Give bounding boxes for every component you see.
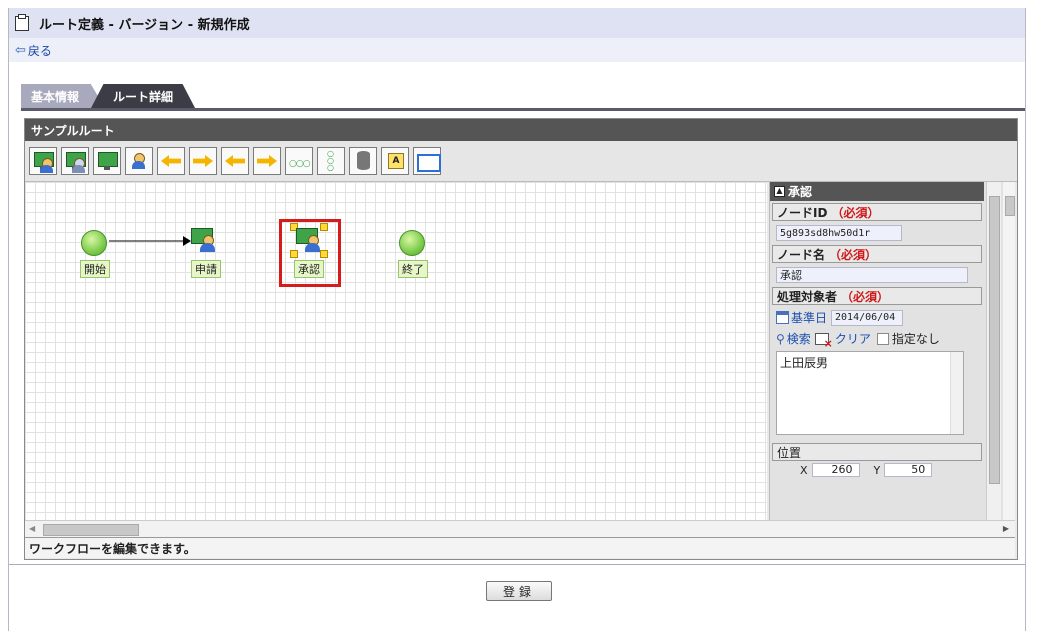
node-label: 申請 (191, 260, 221, 278)
connector-layer (109, 236, 191, 246)
clipboard-icon (15, 13, 29, 31)
node-id-label: ノードID (777, 205, 828, 220)
required-mark: （必須） (829, 247, 878, 262)
canvas-horizontal-scrollbar[interactable]: ◀ ▶ (25, 520, 1015, 537)
workflow-canvas[interactable]: 開始 申請 承認 終了 (25, 182, 767, 520)
page-header: ルート定義 - バージョン - 新規作成 ⇦ 戻る (9, 8, 1025, 62)
divider (9, 564, 1025, 565)
base-date-row: 基準日 2014/06/04 (776, 309, 984, 326)
scroll-left-icon[interactable]: ◀ (29, 524, 35, 533)
clear-icon[interactable] (814, 332, 833, 350)
user-node-icon (296, 228, 322, 252)
user-node-icon (191, 228, 217, 252)
scroll-thumb[interactable] (43, 524, 139, 536)
base-date-field[interactable]: 2014/06/04 (831, 309, 904, 326)
database-icon[interactable] (349, 147, 377, 175)
assignee-item[interactable]: 上田辰男 (780, 356, 828, 370)
panel-title: サンプルルート (25, 119, 1017, 141)
back-row: ⇦ 戻る (9, 38, 1025, 62)
connector-arrowhead (183, 236, 191, 246)
vertical-node-icon[interactable]: ○ ○ ○ (317, 147, 345, 175)
merge-icon[interactable] (189, 147, 217, 175)
end-circle-icon (399, 230, 425, 256)
position-row: X 260 Y 50 (800, 463, 984, 477)
clear-link[interactable]: クリア (835, 330, 871, 347)
node-label: 終了 (398, 260, 428, 278)
required-mark: （必須） (841, 289, 890, 304)
user-node-icon[interactable] (29, 147, 57, 175)
position-section: 位置 (772, 443, 982, 461)
page-title: ルート定義 - バージョン - 新規作成 (39, 17, 250, 33)
assignee-list[interactable]: 上田辰男 (776, 351, 964, 435)
y-field[interactable]: 50 (884, 463, 933, 477)
calendar-icon[interactable] (776, 311, 789, 324)
search-link[interactable]: 検索 (787, 330, 811, 347)
node-label: 開始 (80, 260, 110, 278)
page-frame: ルート定義 - バージョン - 新規作成 ⇦ 戻る 基本情報 ルート詳細 サンプ… (8, 8, 1026, 631)
node-label: 承認 (294, 260, 324, 278)
back-arrow-icon[interactable]: ⇦ (15, 43, 26, 58)
node-start[interactable]: 開始 (80, 230, 110, 278)
editor-toolbar: ○○○ ○ ○ ○ A (25, 141, 1017, 182)
target-section: 処理対象者 （必須） (772, 287, 982, 305)
merge-back-icon[interactable] (253, 147, 281, 175)
branch-back-icon[interactable] (221, 147, 249, 175)
node-name-label: ノード名 (777, 247, 826, 262)
position-label: 位置 (777, 445, 802, 460)
collapse-icon[interactable]: ▲ (774, 186, 785, 197)
canvas-vertical-scrollbar[interactable] (1003, 182, 1015, 520)
tab-bar: 基本情報 ルート詳細 (21, 84, 196, 108)
tab-route-detail[interactable]: ルート詳細 (91, 84, 196, 108)
properties-header[interactable]: ▲ 承認 (770, 182, 984, 201)
node-end[interactable]: 終了 (398, 230, 428, 278)
assignee-scrollbar[interactable] (950, 352, 963, 434)
status-bar: ワークフローを編集できます。 (25, 537, 1015, 558)
branch-icon[interactable] (157, 147, 185, 175)
person-icon[interactable] (125, 147, 153, 175)
node-name-field[interactable]: 承認 (776, 267, 968, 283)
text-icon[interactable]: A (381, 147, 409, 175)
node-id-section: ノードID （必須） (772, 203, 982, 221)
search-icon[interactable]: ⚲ (776, 332, 785, 346)
connector-icon[interactable]: ○○○ (285, 147, 313, 175)
role-node-icon[interactable] (61, 147, 89, 175)
base-date-label[interactable]: 基準日 (791, 309, 827, 326)
back-link[interactable]: 戻る (28, 42, 52, 59)
tab-underline (21, 108, 1025, 111)
properties-title: 承認 (788, 185, 813, 199)
no-spec-label: 指定なし (891, 332, 940, 346)
assignee-actions-row: ⚲ 検索 クリア 指定なし (776, 330, 984, 350)
frame-icon[interactable] (413, 147, 441, 175)
x-field[interactable]: 260 (811, 463, 860, 477)
tab-basic-info[interactable]: 基本情報 (21, 84, 106, 108)
required-mark: （必須） (831, 205, 880, 220)
node-id-field[interactable]: 5g893sd8hw50d1r (776, 225, 902, 241)
target-label: 処理対象者 (777, 289, 838, 304)
title-row: ルート定義 - バージョン - 新規作成 (9, 8, 1025, 38)
save-button[interactable]: 登録 (486, 581, 552, 601)
properties-panel: ▲ 承認 ノードID （必須） 5g893sd8hw50d1r ノード名 （必須… (769, 182, 1004, 520)
x-label: X (800, 463, 808, 477)
node-name-section: ノード名 （必須） (772, 245, 982, 263)
route-editor-panel: サンプルルート ○○○ ○ ○ ○ A 開始 申請 承認 終了 ▲ 承認 ノード… (24, 118, 1018, 560)
y-label: Y (873, 463, 881, 477)
properties-scrollbar[interactable] (986, 182, 1001, 520)
start-circle-icon (81, 230, 107, 256)
system-node-icon[interactable] (93, 147, 121, 175)
no-spec-checkbox[interactable] (876, 332, 889, 345)
scroll-right-icon[interactable]: ▶ (1003, 524, 1009, 533)
